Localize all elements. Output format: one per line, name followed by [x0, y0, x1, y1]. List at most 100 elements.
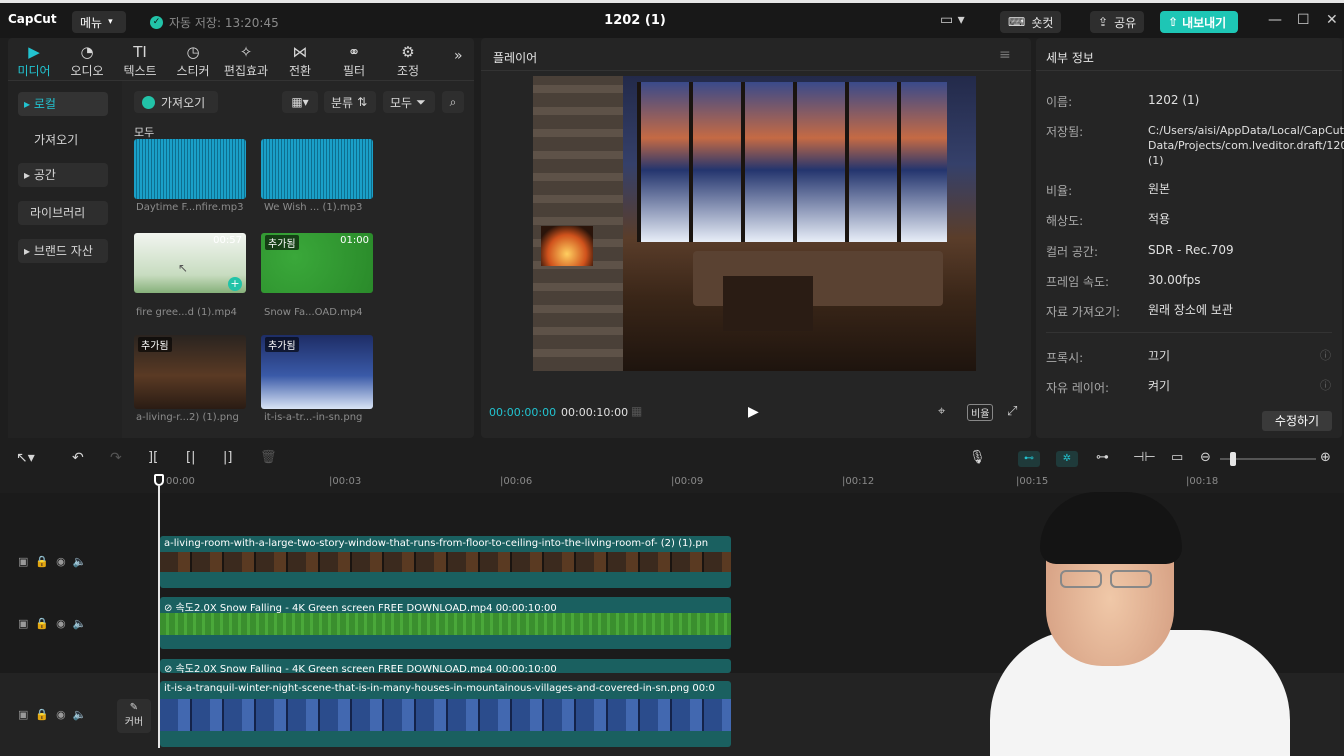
preview-viewport[interactable] — [533, 76, 976, 371]
lock-icon[interactable]: 🔒 — [35, 708, 49, 721]
hamburger-icon[interactable]: ≡ — [999, 47, 1011, 63]
undo-icon[interactable]: ↶ — [72, 450, 84, 466]
detail-label: 저장됨: — [1046, 125, 1084, 139]
link-icon[interactable]: ⊶ — [1096, 450, 1109, 465]
ratio-button[interactable]: 비율 — [967, 404, 994, 421]
timeline-clip-main[interactable]: it-is-a-tranquil-winter-night-scene-that… — [160, 681, 731, 747]
media-caption: Daytime F...nfire.mp3 — [136, 202, 244, 213]
proxy-label: 프록시: — [1046, 351, 1084, 365]
import-dot-icon — [142, 95, 155, 109]
add-icon[interactable]: + — [228, 277, 242, 291]
view-toggle-icon[interactable]: ▦▾ — [282, 91, 318, 113]
lock-icon[interactable]: 🔒 — [35, 555, 49, 568]
eye-icon[interactable]: ◉ — [56, 617, 66, 630]
free-layer-value[interactable]: 켜기 — [1148, 379, 1328, 394]
capcut-logo: CapCut — [8, 12, 57, 26]
proxy-value[interactable]: 끄기 — [1148, 349, 1328, 364]
media-thumb-video-1[interactable]: 00:57 ↖ + — [134, 233, 246, 293]
minimize-icon[interactable]: — — [1268, 12, 1282, 28]
share-button[interactable]: ⇪ 공유 — [1090, 11, 1145, 33]
timeline-toolbar: ↖▾ ↶ ↷ ][ [| |] 🗑 🎙 ⊷ ✲ ⊶ ⊣⊢ ▭ ⊖ ⊕ — [0, 445, 1344, 473]
maximize-icon[interactable]: ☐ — [1297, 12, 1310, 28]
tab-text[interactable]: TI 텍스트 — [114, 42, 166, 79]
more-tabs-icon[interactable]: » — [454, 48, 463, 64]
media-thumb-video-2[interactable]: 추가됨 01:00 — [261, 233, 373, 293]
auto-snap-icon[interactable]: ✲ — [1056, 451, 1078, 467]
zoom-slider-handle[interactable] — [1230, 452, 1236, 466]
media-thumb-image-2[interactable]: 추가됨 — [261, 335, 373, 409]
title-bar: CapCut 메뉴 ▾ ✓ 자동 저장: 13:20:45 1202 (1) ▭ ▾… — [0, 0, 1344, 38]
track-select-icon[interactable]: ▣ — [18, 555, 28, 568]
ruler-tick: |00:09 — [671, 476, 704, 487]
keyboard-icon: ⌨ — [1008, 15, 1026, 29]
redo-icon[interactable]: ↷ — [110, 450, 122, 466]
main-track-magnet-icon[interactable]: ⊷ — [1018, 451, 1040, 467]
search-icon[interactable]: ⌕ — [442, 91, 464, 113]
tab-transition[interactable]: ⋈ 전환 — [274, 42, 326, 79]
detail-label: 프레임 속도: — [1046, 275, 1110, 289]
filter-all-button[interactable]: 모두 ⏷ — [383, 91, 435, 113]
detail-label: 이름: — [1046, 95, 1073, 109]
sort-button[interactable]: 분류 ⇅ — [324, 91, 376, 113]
free-layer-label: 자유 레이어: — [1046, 381, 1110, 395]
cover-button[interactable]: ✎ 커버 — [117, 699, 151, 733]
detail-value: 30.00fps — [1148, 273, 1201, 287]
tab-media[interactable]: ▶ 미디어 — [8, 42, 60, 79]
large-window — [637, 82, 947, 242]
play-icon[interactable]: ▶ — [748, 404, 759, 420]
volume-icon[interactable]: 🔈 — [73, 708, 87, 721]
tab-filter[interactable]: ⚭ 필터 — [328, 42, 380, 79]
tab-audio[interactable]: ◔ 오디오 — [61, 42, 113, 79]
sidebar-item-brand[interactable]: ▸ 브랜드 자산 — [18, 239, 108, 263]
export-button[interactable]: ⇧ 내보내기 — [1160, 11, 1238, 33]
trim-left-icon[interactable]: [| — [186, 450, 195, 465]
tab-effects[interactable]: ✧ 편집효과 — [220, 42, 272, 79]
close-icon[interactable]: ✕ — [1326, 12, 1338, 28]
clip-filmstrip — [160, 613, 731, 635]
eye-icon[interactable]: ◉ — [56, 555, 66, 568]
menu-button[interactable]: 메뉴 ▾ — [72, 11, 126, 33]
media-thumb-image-1[interactable]: 추가됨 — [134, 335, 246, 409]
eye-icon[interactable]: ◉ — [56, 708, 66, 721]
media-thumb-audio-2[interactable] — [261, 139, 373, 199]
volume-icon[interactable]: 🔈 — [73, 555, 87, 568]
playhead-handle[interactable] — [154, 474, 164, 486]
select-tool-icon[interactable]: ↖▾ — [16, 450, 35, 466]
tab-adjust[interactable]: ⚙ 조정 — [382, 42, 434, 79]
info-icon[interactable]: ⓘ — [1320, 347, 1331, 363]
preview-axis-icon[interactable]: ⊣⊢ — [1133, 450, 1156, 465]
track-select-icon[interactable]: ▣ — [18, 617, 28, 630]
sidebar-item-local[interactable]: ▸ 로컬 — [18, 92, 108, 116]
split-icon[interactable]: ][ — [148, 450, 158, 465]
zoom-out-icon[interactable]: ⊖ — [1200, 450, 1211, 465]
fullscreen-icon[interactable]: ⤢ — [1007, 404, 1017, 419]
media-caption: We Wish ... (1).mp3 — [264, 202, 363, 213]
volume-icon[interactable]: 🔈 — [73, 617, 87, 630]
detail-value: C:/Users/aisi/AppData/Local/CapCut/User … — [1148, 124, 1344, 167]
timeline-clip-video[interactable]: ⊘ 속도2.0X Snow Falling - 4K Green screen … — [160, 597, 731, 649]
sidebar-item-library[interactable]: 라이브러리 — [18, 201, 108, 225]
media-thumb-audio-1[interactable] — [134, 139, 246, 199]
info-icon[interactable]: ⓘ — [1320, 377, 1331, 393]
ruler-tick: |00:03 — [329, 476, 362, 487]
shortcut-button[interactable]: ⌨ 숏컷 — [1000, 11, 1062, 33]
screenshot-icon[interactable]: ⌖ — [938, 404, 945, 419]
layout-icon[interactable]: ▭ ▾ — [940, 12, 965, 28]
track-select-icon[interactable]: ▣ — [18, 708, 28, 721]
zoom-in-icon[interactable]: ⊕ — [1320, 450, 1331, 465]
import-button[interactable]: 가져오기 — [134, 91, 218, 113]
trim-right-icon[interactable]: |] — [223, 450, 232, 465]
edit-button[interactable]: 수정하기 — [1262, 411, 1332, 431]
timeline-clip-video[interactable]: ⊘ 속도2.0X Snow Falling - 4K Green screen … — [160, 659, 731, 673]
tab-sticker[interactable]: ◷ 스티커 — [167, 42, 219, 79]
ruler-tick: |00:06 — [500, 476, 533, 487]
timeline-clip-image[interactable]: a-living-room-with-a-large-two-story-win… — [160, 536, 731, 588]
sidebar-item-import[interactable]: 가져오기 — [18, 128, 108, 152]
lock-icon[interactable]: 🔒 — [35, 617, 49, 630]
delete-icon[interactable]: 🗑 — [260, 450, 277, 465]
playhead-line[interactable] — [158, 486, 160, 748]
sidebar-item-space[interactable]: ▸ 공간 — [18, 163, 108, 187]
effect-star-icon: ✧ — [239, 43, 253, 61]
thumbnail-toggle-icon[interactable]: ▭ — [1171, 450, 1183, 465]
microphone-icon[interactable]: 🎙 — [969, 450, 986, 465]
